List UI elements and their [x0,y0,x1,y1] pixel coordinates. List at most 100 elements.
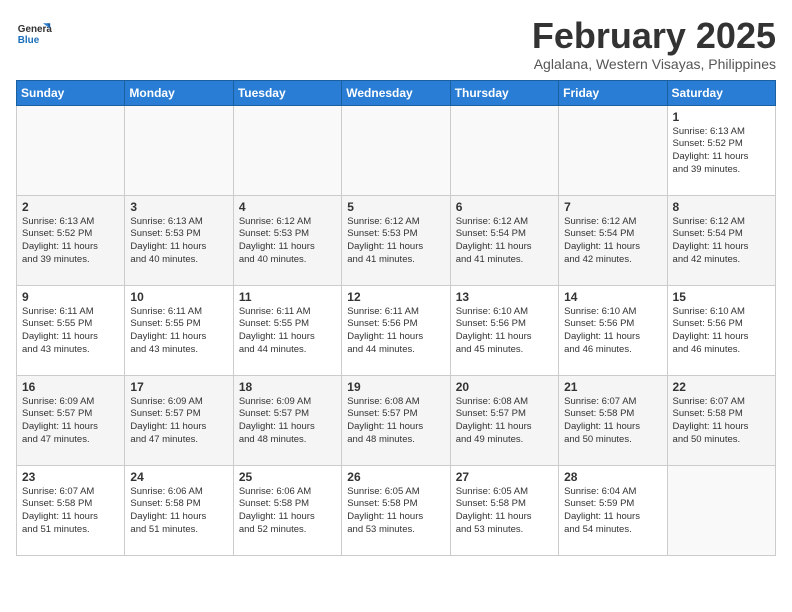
calendar-week-row: 23 Sunrise: 6:07 AM Sunset: 5:58 PM Dayli… [17,465,776,555]
calendar-cell [667,465,775,555]
day-number: 26 [347,470,444,484]
calendar-cell: 24 Sunrise: 6:06 AM Sunset: 5:58 PM Dayli… [125,465,233,555]
calendar-week-row: 2 Sunrise: 6:13 AM Sunset: 5:52 PM Daylig… [17,195,776,285]
day-number: 20 [456,380,553,394]
calendar-cell [342,105,450,195]
weekday-header-wednesday: Wednesday [342,80,450,105]
day-info: Sunrise: 6:12 AM Sunset: 5:53 PM Dayligh… [239,216,336,267]
day-number: 17 [130,380,227,394]
calendar-cell: 3 Sunrise: 6:13 AM Sunset: 5:53 PM Daylig… [125,195,233,285]
day-info: Sunrise: 6:08 AM Sunset: 5:57 PM Dayligh… [456,396,553,447]
day-info: Sunrise: 6:11 AM Sunset: 5:56 PM Dayligh… [347,306,444,357]
calendar-cell: 2 Sunrise: 6:13 AM Sunset: 5:52 PM Daylig… [17,195,125,285]
calendar-cell: 10 Sunrise: 6:11 AM Sunset: 5:55 PM Dayli… [125,285,233,375]
calendar-cell [125,105,233,195]
day-number: 14 [564,290,661,304]
calendar-cell: 26Sunrise: 6:05 AM Sunset: 5:58 PM Dayli… [342,465,450,555]
calendar-cell: 11 Sunrise: 6:11 AM Sunset: 5:55 PM Dayli… [233,285,341,375]
calendar-subtitle: Aglalana, Western Visayas, Philippines [532,56,776,72]
calendar-cell: 18 Sunrise: 6:09 AM Sunset: 5:57 PM Dayli… [233,375,341,465]
logo: General Blue [16,16,52,52]
day-info: Sunrise: 6:12 AM Sunset: 5:54 PM Dayligh… [673,216,770,267]
day-number: 7 [564,200,661,214]
weekday-header-tuesday: Tuesday [233,80,341,105]
logo-icon: General Blue [16,16,52,52]
weekday-header-thursday: Thursday [450,80,558,105]
day-info: Sunrise: 6:07 AM Sunset: 5:58 PM Dayligh… [564,396,661,447]
day-info: Sunrise: 6:07 AM Sunset: 5:58 PM Dayligh… [673,396,770,447]
calendar-cell: 15Sunrise: 6:10 AM Sunset: 5:56 PM Dayli… [667,285,775,375]
day-info: Sunrise: 6:04 AM Sunset: 5:59 PM Dayligh… [564,486,661,537]
day-info: Sunrise: 6:06 AM Sunset: 5:58 PM Dayligh… [130,486,227,537]
weekday-header-sunday: Sunday [17,80,125,105]
day-number: 18 [239,380,336,394]
day-info: Sunrise: 6:13 AM Sunset: 5:52 PM Dayligh… [673,126,770,177]
day-number: 4 [239,200,336,214]
day-info: Sunrise: 6:09 AM Sunset: 5:57 PM Dayligh… [239,396,336,447]
page-header: General Blue February 2025 Aglalana, Wes… [16,16,776,72]
weekday-header-monday: Monday [125,80,233,105]
day-info: Sunrise: 6:11 AM Sunset: 5:55 PM Dayligh… [130,306,227,357]
day-number: 2 [22,200,119,214]
calendar-week-row: 1 Sunrise: 6:13 AM Sunset: 5:52 PM Daylig… [17,105,776,195]
day-number: 1 [673,110,770,124]
calendar-cell: 9 Sunrise: 6:11 AM Sunset: 5:55 PM Daylig… [17,285,125,375]
day-info: Sunrise: 6:08 AM Sunset: 5:57 PM Dayligh… [347,396,444,447]
calendar-cell: 8 Sunrise: 6:12 AM Sunset: 5:54 PM Daylig… [667,195,775,285]
day-number: 5 [347,200,444,214]
day-number: 24 [130,470,227,484]
calendar-cell [450,105,558,195]
calendar-table: SundayMondayTuesdayWednesdayThursdayFrid… [16,80,776,556]
day-info: Sunrise: 6:13 AM Sunset: 5:53 PM Dayligh… [130,216,227,267]
day-number: 3 [130,200,227,214]
day-number: 6 [456,200,553,214]
day-info: Sunrise: 6:10 AM Sunset: 5:56 PM Dayligh… [564,306,661,357]
calendar-cell: 25 Sunrise: 6:06 AM Sunset: 5:58 PM Dayli… [233,465,341,555]
calendar-cell: 21 Sunrise: 6:07 AM Sunset: 5:58 PM Dayli… [559,375,667,465]
calendar-cell [233,105,341,195]
day-info: Sunrise: 6:09 AM Sunset: 5:57 PM Dayligh… [130,396,227,447]
day-info: Sunrise: 6:11 AM Sunset: 5:55 PM Dayligh… [22,306,119,357]
day-number: 21 [564,380,661,394]
calendar-cell: 20 Sunrise: 6:08 AM Sunset: 5:57 PM Dayli… [450,375,558,465]
day-number: 22 [673,380,770,394]
weekday-header-row: SundayMondayTuesdayWednesdayThursdayFrid… [17,80,776,105]
day-number: 23 [22,470,119,484]
calendar-cell: 27Sunrise: 6:05 AM Sunset: 5:58 PM Dayli… [450,465,558,555]
calendar-cell: 13 Sunrise: 6:10 AM Sunset: 5:56 PM Dayli… [450,285,558,375]
calendar-cell: 1 Sunrise: 6:13 AM Sunset: 5:52 PM Daylig… [667,105,775,195]
calendar-cell: 6Sunrise: 6:12 AM Sunset: 5:54 PM Daylig… [450,195,558,285]
day-number: 8 [673,200,770,214]
calendar-cell: 23 Sunrise: 6:07 AM Sunset: 5:58 PM Dayli… [17,465,125,555]
day-info: Sunrise: 6:06 AM Sunset: 5:58 PM Dayligh… [239,486,336,537]
day-number: 15 [673,290,770,304]
calendar-cell: 12 Sunrise: 6:11 AM Sunset: 5:56 PM Dayli… [342,285,450,375]
day-info: Sunrise: 6:10 AM Sunset: 5:56 PM Dayligh… [456,306,553,357]
day-number: 16 [22,380,119,394]
day-number: 25 [239,470,336,484]
calendar-cell: 17 Sunrise: 6:09 AM Sunset: 5:57 PM Dayli… [125,375,233,465]
day-number: 12 [347,290,444,304]
calendar-cell: 28 Sunrise: 6:04 AM Sunset: 5:59 PM Dayli… [559,465,667,555]
calendar-cell: 14 Sunrise: 6:10 AM Sunset: 5:56 PM Dayli… [559,285,667,375]
day-number: 9 [22,290,119,304]
calendar-week-row: 9 Sunrise: 6:11 AM Sunset: 5:55 PM Daylig… [17,285,776,375]
calendar-title: February 2025 [532,16,776,56]
day-number: 10 [130,290,227,304]
day-number: 28 [564,470,661,484]
weekday-header-friday: Friday [559,80,667,105]
calendar-cell: 5 Sunrise: 6:12 AM Sunset: 5:53 PM Daylig… [342,195,450,285]
calendar-week-row: 16 Sunrise: 6:09 AM Sunset: 5:57 PM Dayli… [17,375,776,465]
calendar-cell [17,105,125,195]
day-info: Sunrise: 6:13 AM Sunset: 5:52 PM Dayligh… [22,216,119,267]
day-info: Sunrise: 6:12 AM Sunset: 5:53 PM Dayligh… [347,216,444,267]
day-info: Sunrise: 6:09 AM Sunset: 5:57 PM Dayligh… [22,396,119,447]
weekday-header-saturday: Saturday [667,80,775,105]
day-info: Sunrise: 6:11 AM Sunset: 5:55 PM Dayligh… [239,306,336,357]
calendar-cell: 22 Sunrise: 6:07 AM Sunset: 5:58 PM Dayli… [667,375,775,465]
day-number: 13 [456,290,553,304]
day-number: 11 [239,290,336,304]
svg-text:Blue: Blue [18,35,40,46]
day-info: Sunrise: 6:07 AM Sunset: 5:58 PM Dayligh… [22,486,119,537]
day-info: Sunrise: 6:05 AM Sunset: 5:58 PM Dayligh… [456,486,553,537]
